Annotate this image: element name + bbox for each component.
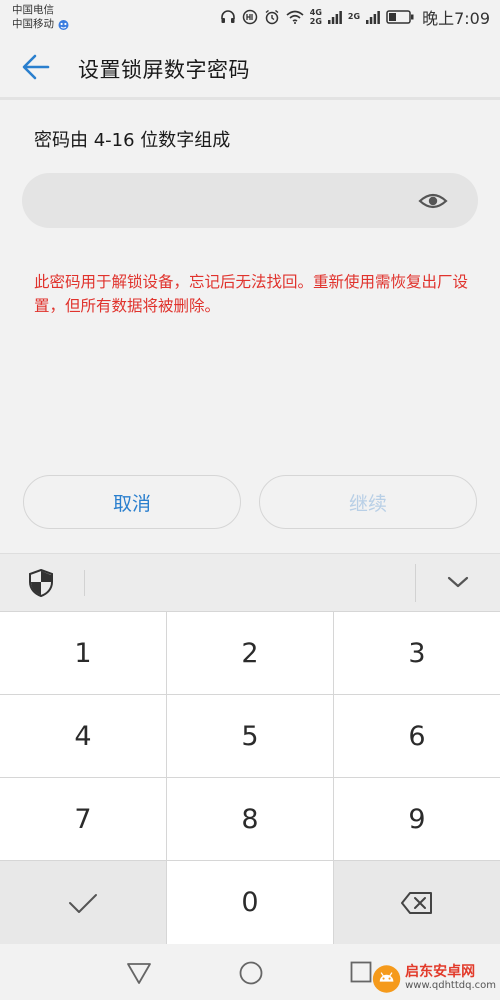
keyboard-toolbar <box>0 553 500 611</box>
backspace-icon <box>401 891 432 914</box>
app-notification-icon <box>58 19 69 30</box>
backspace-key[interactable] <box>334 861 500 944</box>
divider <box>415 564 416 602</box>
eye-icon[interactable] <box>418 189 448 213</box>
key-4[interactable]: 4 <box>0 695 166 777</box>
key-1[interactable]: 1 <box>0 612 166 694</box>
signal-strength-icon <box>327 11 342 24</box>
checkmark-icon <box>69 893 97 913</box>
carrier-2: 中国移动 <box>12 18 54 30</box>
page-title: 设置锁屏数字密码 <box>78 58 250 82</box>
key-7[interactable]: 7 <box>0 778 166 860</box>
hd-call-icon <box>242 9 258 25</box>
site-watermark: 启东安卓网 www.qdhttdq.com <box>372 960 496 998</box>
clock-time: 晚上7:09 <box>422 9 490 28</box>
status-bar: 中国电信 中国移动 4G 2G 2G 晚上7:09 <box>0 0 500 36</box>
key-9[interactable]: 9 <box>334 778 500 860</box>
key-3[interactable]: 3 <box>334 612 500 694</box>
carrier-info: 中国电信 中国移动 <box>12 3 70 31</box>
network-type-label: 2G <box>309 16 322 26</box>
divider <box>0 97 500 100</box>
password-input[interactable] <box>46 173 416 228</box>
battery-icon <box>386 10 414 24</box>
key-0[interactable]: 0 <box>167 861 333 944</box>
numeric-keypad: 1 2 3 4 5 6 7 8 9 0 <box>0 611 500 944</box>
key-8[interactable]: 8 <box>167 778 333 860</box>
back-button[interactable] <box>16 50 56 84</box>
arrow-left-icon <box>22 54 50 80</box>
title-bar: 设置锁屏数字密码 <box>0 36 500 98</box>
nav-home-icon[interactable] <box>238 960 264 986</box>
watermark-url: www.qdhttdq.com <box>405 980 496 991</box>
shield-icon <box>29 569 53 597</box>
confirm-key[interactable] <box>0 861 166 944</box>
headphone-icon <box>220 10 235 23</box>
key-6[interactable]: 6 <box>334 695 500 777</box>
nav-back-icon[interactable] <box>126 961 152 985</box>
password-hint: 密码由 4-16 位数字组成 <box>34 130 231 151</box>
android-logo-icon <box>372 965 401 993</box>
nav-recents-icon[interactable] <box>350 961 372 983</box>
divider <box>84 570 85 596</box>
warning-text: 此密码用于解锁设备，忘记后无法找回。重新使用需恢复出厂设置，但所有数据将被删除。 <box>34 273 469 315</box>
password-field[interactable] <box>22 173 478 228</box>
wifi-icon <box>286 10 304 24</box>
key-2[interactable]: 2 <box>167 612 333 694</box>
cancel-button[interactable]: 取消 <box>23 475 241 529</box>
network-type-label: 2G <box>347 12 361 21</box>
continue-button[interactable]: 继续 <box>259 475 477 529</box>
key-5[interactable]: 5 <box>167 695 333 777</box>
network-type-label: 4G <box>309 7 322 17</box>
watermark-title: 启东安卓网 <box>405 964 476 980</box>
alarm-clock-icon <box>265 9 279 25</box>
signal-strength-icon <box>366 11 380 24</box>
carrier-1: 中国电信 <box>12 4 54 16</box>
chevron-down-icon[interactable] <box>446 574 470 590</box>
